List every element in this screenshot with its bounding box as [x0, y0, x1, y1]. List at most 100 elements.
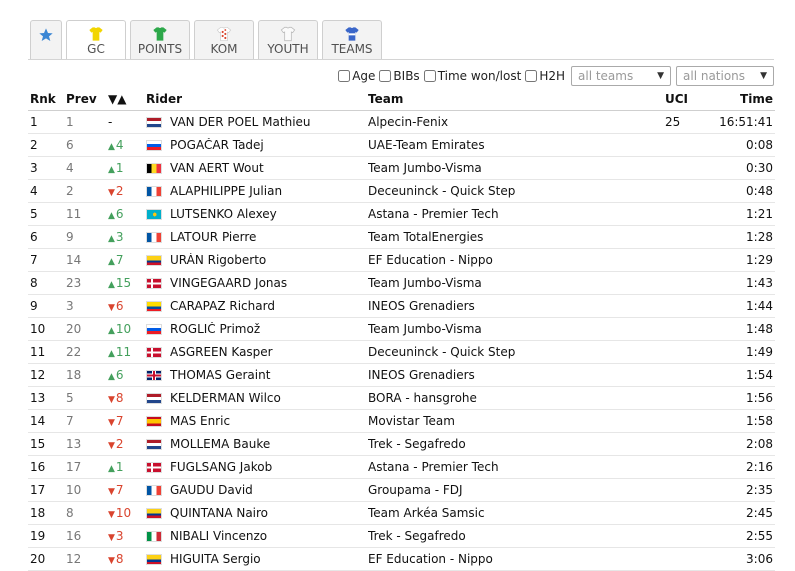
team-link[interactable]: Trek - Segafredo [368, 529, 665, 543]
team-link[interactable]: INEOS Grenadiers [368, 368, 665, 382]
tab-label: GC [87, 42, 105, 56]
rider-link[interactable]: ASGREEN Kasper [170, 345, 273, 359]
rider-link[interactable]: KELDERMAN Wilco [170, 391, 281, 405]
rider-link[interactable]: THOMAS Geraint [170, 368, 270, 382]
team-link[interactable]: EF Education - Nippo [368, 253, 665, 267]
tab-favorites[interactable] [30, 20, 62, 60]
rider-link[interactable]: VINGEGAARD Jonas [170, 276, 287, 290]
bibs-filter[interactable]: BIBs [379, 69, 420, 83]
nations-select[interactable]: all nations ▼ [676, 66, 774, 86]
team-link[interactable]: Trek - Segafredo [368, 437, 665, 451]
team-link[interactable]: Groupama - FDJ [368, 483, 665, 497]
rank-change-value: 3 [115, 230, 124, 244]
rider-link[interactable]: NIBALI Vincenzo [170, 529, 267, 543]
team-link[interactable]: Team Jumbo-Visma [368, 276, 665, 290]
team-link[interactable]: Team TotalEnergies [368, 230, 665, 244]
flag-gb-icon [146, 369, 162, 381]
cell-time: 1:48 [746, 322, 773, 336]
col-diff[interactable]: ▼▲ [108, 92, 146, 106]
cell-prev: 14 [66, 253, 82, 267]
col-prev[interactable]: Prev [66, 92, 108, 106]
cell-rnk: 6 [30, 230, 38, 244]
team-link[interactable]: Movistar Team [368, 414, 665, 428]
team-link[interactable]: EF Education - Nippo [368, 552, 665, 566]
flag-nl-icon [146, 438, 162, 450]
cell-rnk: 15 [30, 437, 46, 451]
rank-change-down: ▼8 [108, 391, 124, 405]
cell-rnk: 14 [30, 414, 46, 428]
tab-teams[interactable]: TEAMS [322, 20, 382, 60]
cell-rnk: 13 [30, 391, 46, 405]
rider-link[interactable]: MOLLEMA Bauke [170, 437, 270, 451]
team-link[interactable]: UAE-Team Emirates [368, 138, 665, 152]
rider-link[interactable]: QUINTANA Nairo [170, 506, 268, 520]
h2h-filter[interactable]: H2H [525, 69, 565, 83]
time-won-lost-checkbox[interactable] [423, 70, 436, 82]
team-link[interactable]: Team Jumbo-Visma [368, 161, 665, 175]
cell-time: 2:45 [746, 506, 773, 520]
cell-time: 2:35 [746, 483, 773, 497]
cell-prev: 22 [66, 345, 82, 359]
rank-change-up: ▲1 [108, 161, 124, 175]
table-row: 2 6 ▲4 POGAČAR Tadej UAE-Team Emirates 0… [28, 134, 775, 157]
tab-youth[interactable]: YOUTH [258, 20, 318, 60]
tab-points[interactable]: POINTS [130, 20, 190, 60]
tab-gc[interactable]: GC [66, 20, 126, 60]
age-filter[interactable]: Age [338, 69, 375, 83]
tab-kom[interactable]: KOM [194, 20, 254, 60]
cell-time: 2:08 [746, 437, 773, 451]
time-won-lost-filter[interactable]: Time won/lost [423, 69, 521, 83]
team-link[interactable]: INEOS Grenadiers [368, 299, 665, 313]
team-link[interactable]: Team Jumbo-Visma [368, 322, 665, 336]
cell-diff: ▲11 [108, 345, 146, 359]
team-link[interactable]: Team Arkéa Samsic [368, 506, 665, 520]
rider-link[interactable]: LATOUR Pierre [170, 230, 256, 244]
team-link[interactable]: Deceuninck - Quick Step [368, 345, 665, 359]
rider-link[interactable]: LUTSENKO Alexey [170, 207, 277, 221]
cell-prev: 9 [66, 230, 74, 244]
rider-link[interactable]: HIGUITA Sergio [170, 552, 261, 566]
teams-select[interactable]: all teams ▼ [571, 66, 671, 86]
team-link[interactable]: Astana - Premier Tech [368, 460, 665, 474]
cell-diff: ▲10 [108, 322, 146, 336]
rider-link[interactable]: URÁN Rigoberto [170, 253, 266, 267]
team-link[interactable]: Deceuninck - Quick Step [368, 184, 665, 198]
col-time[interactable]: Time [705, 92, 775, 106]
rider-link[interactable]: ROGLIČ Primož [170, 322, 260, 336]
flag-si-icon [146, 323, 162, 335]
col-rnk[interactable]: Rnk [28, 92, 66, 106]
rider-link[interactable]: VAN AERT Wout [170, 161, 264, 175]
cell-prev: 18 [66, 368, 82, 382]
rider-link[interactable]: GAUDU David [170, 483, 253, 497]
rank-change-down: ▼2 [108, 437, 124, 451]
cell-prev: 11 [66, 207, 82, 221]
cell-prev: 6 [66, 138, 74, 152]
rider-link[interactable]: FUGLSANG Jakob [170, 460, 272, 474]
rider-link[interactable]: MAS Enric [170, 414, 230, 428]
cell-rider: FUGLSANG Jakob [146, 460, 368, 474]
team-link[interactable]: Astana - Premier Tech [368, 207, 665, 221]
rider-link[interactable]: VAN DER POEL Mathieu [170, 115, 311, 129]
arrow-down-icon: ▼ [108, 395, 115, 405]
h2h-checkbox[interactable] [525, 70, 538, 82]
cell-time: 1:44 [746, 299, 773, 313]
tab-divider [28, 59, 774, 60]
bibs-checkbox[interactable] [379, 70, 392, 82]
col-team[interactable]: Team [368, 92, 665, 106]
col-uci[interactable]: UCI [665, 92, 705, 106]
table-row: 3 4 ▲1 VAN AERT Wout Team Jumbo-Visma 0:… [28, 157, 775, 180]
rider-link[interactable]: POGAČAR Tadej [170, 138, 264, 152]
table-header: Rnk Prev ▼▲ Rider Team UCI Time [28, 88, 775, 111]
col-rider[interactable]: Rider [146, 92, 368, 106]
table-row: 6 9 ▲3 LATOUR Pierre Team TotalEnergies … [28, 226, 775, 249]
rider-link[interactable]: CARAPAZ Richard [170, 299, 275, 313]
rank-change-value: 8 [115, 391, 124, 405]
age-checkbox[interactable] [338, 70, 351, 82]
table-row: 5 11 ▲6 LUTSENKO Alexey Astana - Premier… [28, 203, 775, 226]
rank-change-up: ▲6 [108, 368, 124, 382]
team-link[interactable]: BORA - hansgrohe [368, 391, 665, 405]
team-link[interactable]: Alpecin-Fenix [368, 115, 665, 129]
cell-rnk: 16 [30, 460, 46, 474]
rider-link[interactable]: ALAPHILIPPE Julian [170, 184, 282, 198]
table-row: 17 10 ▼7 GAUDU David Groupama - FDJ 2:35 [28, 479, 775, 502]
